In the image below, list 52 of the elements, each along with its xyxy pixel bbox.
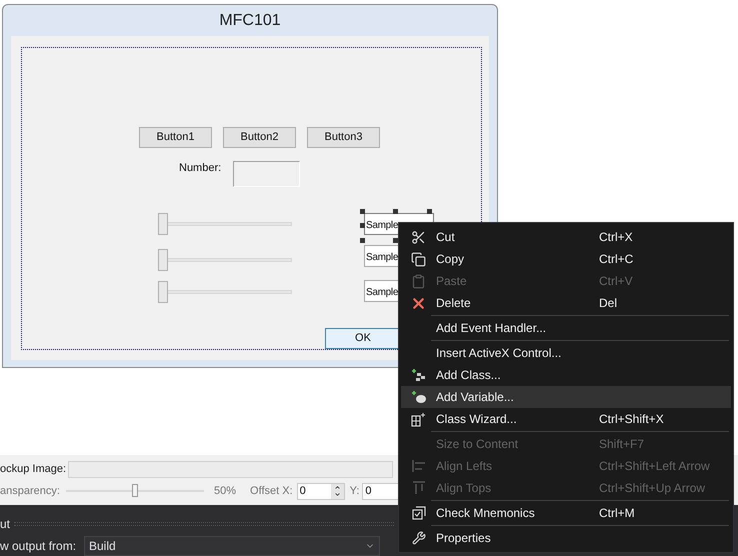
selection-handle[interactable] (360, 223, 365, 228)
menu-item[interactable]: Delete Del (401, 292, 731, 314)
selection-handle[interactable] (427, 209, 432, 214)
align-lefts-icon (412, 459, 426, 473)
menu-item[interactable]: Check Mnemonics Ctrl+M (401, 502, 731, 524)
menu-item[interactable]: Insert ActiveX Control... (401, 342, 731, 364)
slider-track[interactable] (158, 281, 292, 303)
output-source-dropdown[interactable]: Build (84, 536, 380, 556)
selection-handle[interactable] (393, 209, 398, 214)
menu-item[interactable]: Copy Ctrl+C (401, 248, 731, 270)
offset-x-label: Offset X: (250, 484, 293, 499)
output-source-label: w output from: (0, 538, 78, 555)
add-class-icon (410, 368, 426, 382)
transparency-slider[interactable] (66, 484, 204, 498)
window-title: MFC101 (218, 10, 282, 30)
dialog-button[interactable]: Button2 (223, 127, 296, 148)
number-field[interactable] (233, 161, 300, 187)
transparency-label: ansparency: (0, 484, 61, 499)
menu-item[interactable]: Add Event Handler... (401, 317, 731, 339)
ok-button[interactable]: OK (325, 328, 401, 349)
transparency-thumb[interactable] (132, 484, 138, 497)
menu-item[interactable]: Properties (401, 527, 731, 549)
selection-handle[interactable] (360, 209, 365, 214)
dialog-button[interactable]: Button1 (139, 127, 212, 148)
offset-x-field[interactable]: 0 (296, 482, 345, 500)
mockup-image-label: ockup Image: (0, 462, 66, 477)
dialog-button[interactable]: Button3 (307, 127, 380, 148)
class-wizard-icon (410, 412, 426, 426)
mockup-image-field[interactable] (68, 460, 394, 478)
copy-icon (411, 252, 426, 266)
spinner-icon[interactable] (330, 484, 344, 498)
menu-item[interactable]: Add Class... (401, 364, 731, 386)
slider-track[interactable] (158, 213, 292, 235)
selection-handle[interactable] (360, 238, 365, 243)
slider-thumb[interactable] (158, 213, 168, 235)
output-title: ut (0, 516, 10, 533)
slider-thumb[interactable] (158, 281, 168, 303)
clipboard-icon (411, 274, 426, 288)
slider-thumb[interactable] (158, 249, 168, 271)
add-variable-icon (410, 390, 426, 404)
offset-y-label: Y: (350, 484, 360, 499)
selection-handle[interactable] (393, 238, 398, 243)
wrench-icon (412, 531, 426, 545)
number-label: Number: (179, 161, 222, 176)
transparency-reading: 50% (214, 484, 236, 499)
slider-track[interactable] (158, 249, 292, 271)
check-mnemonics-icon (412, 506, 426, 520)
menu-item[interactable]: Add Variable... (401, 386, 731, 408)
menu-item[interactable]: Cut Ctrl+X (401, 226, 731, 248)
align-tops-icon (412, 481, 426, 495)
menu-item[interactable]: Class Wizard... Ctrl+Shift+X (401, 408, 731, 430)
scissors-icon (411, 230, 426, 244)
